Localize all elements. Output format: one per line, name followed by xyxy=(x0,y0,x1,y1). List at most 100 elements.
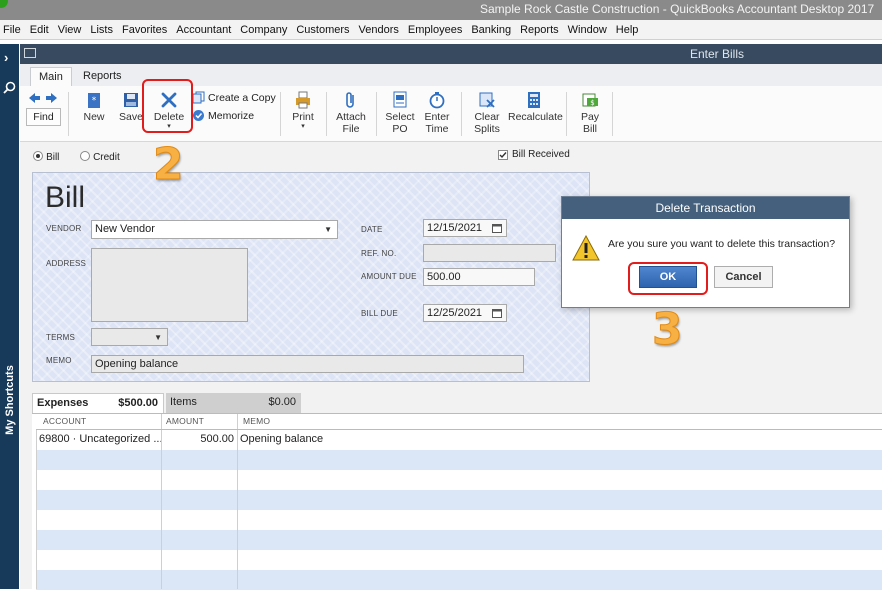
purchase-order-icon xyxy=(393,91,407,108)
app-title-bar: Sample Rock Castle Construction - QuickB… xyxy=(0,0,882,20)
amount-due-field[interactable]: 500.00 xyxy=(423,268,535,286)
window-menu-icon[interactable] xyxy=(24,48,36,58)
menu-lists[interactable]: Lists xyxy=(90,24,113,36)
clear-splits-icon xyxy=(479,92,495,108)
calendar-icon[interactable] xyxy=(492,223,502,233)
new-button[interactable]: * New xyxy=(82,91,106,123)
pay-bill-button[interactable]: $ Pay Bill xyxy=(576,91,604,135)
bill-due-field[interactable]: 12/25/2021 xyxy=(423,304,507,322)
table-row[interactable] xyxy=(36,510,882,530)
app-title: Sample Rock Castle Construction - QuickB… xyxy=(480,2,875,16)
shortcuts-bar: › My Shortcuts xyxy=(0,44,19,589)
tab-main[interactable]: Main xyxy=(30,67,72,86)
table-row[interactable] xyxy=(36,550,882,570)
recalculate-button[interactable]: Recalculate xyxy=(508,91,563,123)
tab-items[interactable]: Items $0.00 xyxy=(166,393,301,413)
new-document-icon: * xyxy=(88,93,100,108)
table-row[interactable] xyxy=(36,450,882,470)
menu-window[interactable]: Window xyxy=(568,24,607,36)
ref-no-field[interactable] xyxy=(423,244,556,262)
grid-line xyxy=(36,429,882,430)
cancel-button[interactable]: Cancel xyxy=(714,266,773,288)
attach-file-button[interactable]: Attach File xyxy=(334,91,368,135)
credit-radio[interactable]: Credit xyxy=(80,151,120,164)
stopwatch-icon xyxy=(429,92,445,109)
menu-customers[interactable]: Customers xyxy=(296,24,349,36)
enter-time-button[interactable]: Enter Time xyxy=(420,91,454,135)
memorize-icon xyxy=(193,110,204,121)
radio-unselected-icon xyxy=(80,151,90,161)
save-button[interactable]: Save xyxy=(118,91,144,123)
menu-reports[interactable]: Reports xyxy=(520,24,559,36)
toolbar-divider xyxy=(612,92,613,136)
search-icon[interactable] xyxy=(3,81,16,94)
table-row[interactable]: 69800 · Uncategorized ... 500.00 Opening… xyxy=(36,430,882,450)
expand-arrow-icon[interactable]: › xyxy=(4,50,8,65)
warning-icon xyxy=(572,235,600,261)
menu-edit[interactable]: Edit xyxy=(30,24,49,36)
calendar-icon[interactable] xyxy=(492,308,502,318)
grid-line xyxy=(161,414,162,589)
column-header-account[interactable]: ACCOUNT xyxy=(43,416,86,426)
table-row[interactable] xyxy=(36,470,882,490)
pay-bill-icon: $ xyxy=(582,93,598,107)
bill-radio[interactable]: Bill xyxy=(33,151,59,164)
terms-dropdown[interactable]: ▼ xyxy=(91,328,168,346)
window-header: Enter Bills xyxy=(20,44,882,64)
menu-accountant[interactable]: Accountant xyxy=(176,24,231,36)
date-label: DATE xyxy=(361,225,383,234)
checkbox-checked-icon xyxy=(498,150,508,160)
delete-highlight-box xyxy=(142,79,193,133)
tab-reports[interactable]: Reports xyxy=(75,67,130,86)
step-2-label: 2 xyxy=(153,139,185,191)
chevron-down-icon[interactable]: ▼ xyxy=(154,333,162,342)
menu-banking[interactable]: Banking xyxy=(471,24,511,36)
table-row[interactable] xyxy=(36,490,882,510)
cell-account[interactable]: 69800 · Uncategorized ... xyxy=(39,433,163,445)
memo-field[interactable]: Opening balance xyxy=(91,355,524,373)
tab-expenses[interactable]: Expenses $500.00 xyxy=(32,393,164,413)
cell-amount[interactable]: 500.00 xyxy=(161,433,234,445)
address-field[interactable] xyxy=(91,248,248,322)
vendor-field[interactable]: New Vendor ▼ xyxy=(91,220,338,239)
step-3-label: 3 xyxy=(652,304,684,356)
memo-label: MEMO xyxy=(46,356,72,365)
table-row[interactable] xyxy=(36,570,882,590)
vendor-label: VENDOR xyxy=(46,224,82,233)
my-shortcuts-label[interactable]: My Shortcuts xyxy=(4,350,16,450)
menu-view[interactable]: View xyxy=(58,24,82,36)
menu-help[interactable]: Help xyxy=(616,24,639,36)
menu-favorites[interactable]: Favorites xyxy=(122,24,167,36)
navigation-arrows-icon[interactable] xyxy=(28,92,58,104)
date-field[interactable]: 12/15/2021 xyxy=(423,219,507,237)
toolbar-divider xyxy=(461,92,462,136)
svg-text:$: $ xyxy=(590,99,594,107)
menu-vendors[interactable]: Vendors xyxy=(359,24,399,36)
print-dropdown-icon[interactable]: ▾ xyxy=(290,123,316,130)
print-button[interactable]: Print ▾ xyxy=(290,91,316,130)
menu-bar: File Edit View Lists Favorites Accountan… xyxy=(0,20,882,40)
dialog-message: Are you sure you want to delete this tra… xyxy=(608,238,836,250)
menu-file[interactable]: File xyxy=(3,24,21,36)
grid-line xyxy=(237,414,238,589)
toolbar-divider xyxy=(376,92,377,136)
window-title: Enter Bills xyxy=(690,47,745,61)
ok-highlight-box xyxy=(628,262,708,295)
menu-company[interactable]: Company xyxy=(240,24,287,36)
select-po-button[interactable]: Select PO xyxy=(382,91,418,135)
printer-icon xyxy=(296,91,310,109)
cell-memo[interactable]: Opening balance xyxy=(240,433,323,445)
svg-text:*: * xyxy=(92,96,97,106)
column-header-memo[interactable]: MEMO xyxy=(243,416,270,426)
column-header-amount[interactable]: AMOUNT xyxy=(166,416,204,426)
amount-due-label: AMOUNT DUE xyxy=(361,272,417,281)
toolbar-divider xyxy=(280,92,281,136)
find-button[interactable]: Find xyxy=(26,108,61,126)
address-label: ADDRESS xyxy=(46,259,87,268)
table-row[interactable] xyxy=(36,530,882,550)
ref-no-label: REF. NO. xyxy=(361,249,397,258)
menu-employees[interactable]: Employees xyxy=(408,24,462,36)
clear-splits-button[interactable]: Clear Splits xyxy=(470,91,504,135)
chevron-down-icon[interactable]: ▼ xyxy=(324,225,332,234)
paperclip-icon xyxy=(346,92,354,108)
